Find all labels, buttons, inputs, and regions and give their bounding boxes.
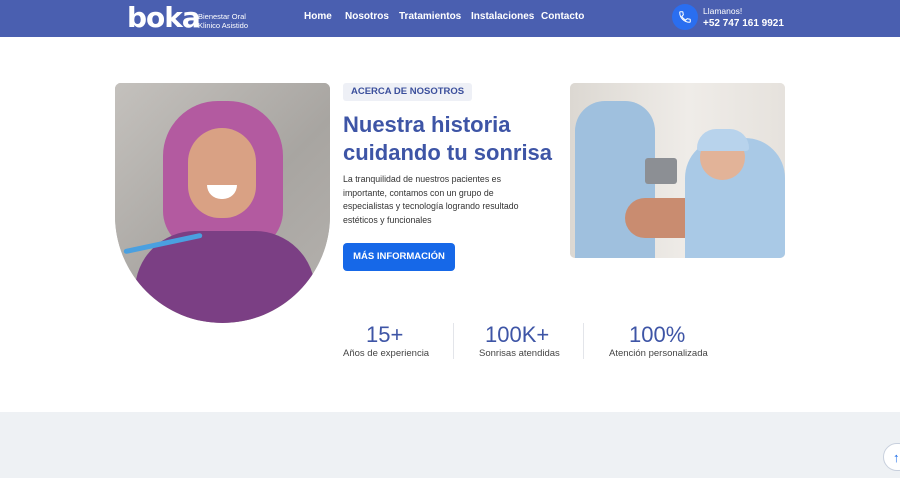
title-line-2: cuidando tu sonrisa xyxy=(343,140,553,165)
stat-smiles-label: Sonrisas atendidas xyxy=(479,348,560,359)
next-section xyxy=(0,412,900,478)
dentists-photo xyxy=(570,83,785,258)
portrait-image xyxy=(115,83,330,323)
nav-home[interactable]: Home xyxy=(304,11,332,22)
title-line-1: Nuestra historia xyxy=(343,112,511,137)
arrow-up-icon: ↑ xyxy=(893,449,900,465)
stat-experience-value: 15+ xyxy=(366,322,404,347)
photo-surgical-cap xyxy=(697,129,749,151)
photo-equipment xyxy=(645,158,677,184)
phone-label: Llamanos! xyxy=(703,6,743,16)
tagline-line-2: Klinico Asistido xyxy=(198,21,249,30)
more-info-button[interactable]: MÁS INFORMACIÓN xyxy=(343,243,455,271)
portrait-face xyxy=(188,128,256,218)
section-title: Nuestra historia cuidando tu sonrisa xyxy=(343,111,563,167)
stat-divider xyxy=(583,323,584,359)
phone-number[interactable]: +52 747 161 9921 xyxy=(703,18,784,29)
brand-logo[interactable]: boka xyxy=(127,4,201,32)
section-description: La tranquilidad de nuestros pacientes es… xyxy=(343,174,519,225)
nav-instalaciones[interactable]: Instalaciones xyxy=(471,11,534,22)
nav-contacto[interactable]: Contacto xyxy=(541,11,584,22)
site-header: boka Bienestar Oral Klinico Asistido Hom… xyxy=(0,0,900,37)
tagline-line-1: Bienestar Oral xyxy=(198,12,246,21)
nav-nosotros[interactable]: Nosotros xyxy=(345,11,389,22)
brand-tagline: Bienestar Oral Klinico Asistido xyxy=(198,12,248,30)
stat-attention-value: 100% xyxy=(629,322,686,347)
stat-divider xyxy=(453,323,454,359)
phone-icon[interactable] xyxy=(672,4,698,30)
nav-tratamientos[interactable]: Tratamientos xyxy=(399,11,461,22)
section-badge: ACERCA DE NOSOTROS xyxy=(343,83,473,101)
stat-attention-label: Atención personalizada xyxy=(609,348,708,359)
stat-smiles-value: 100K+ xyxy=(485,322,550,347)
stat-experience-label: Años de experiencia xyxy=(343,348,430,359)
